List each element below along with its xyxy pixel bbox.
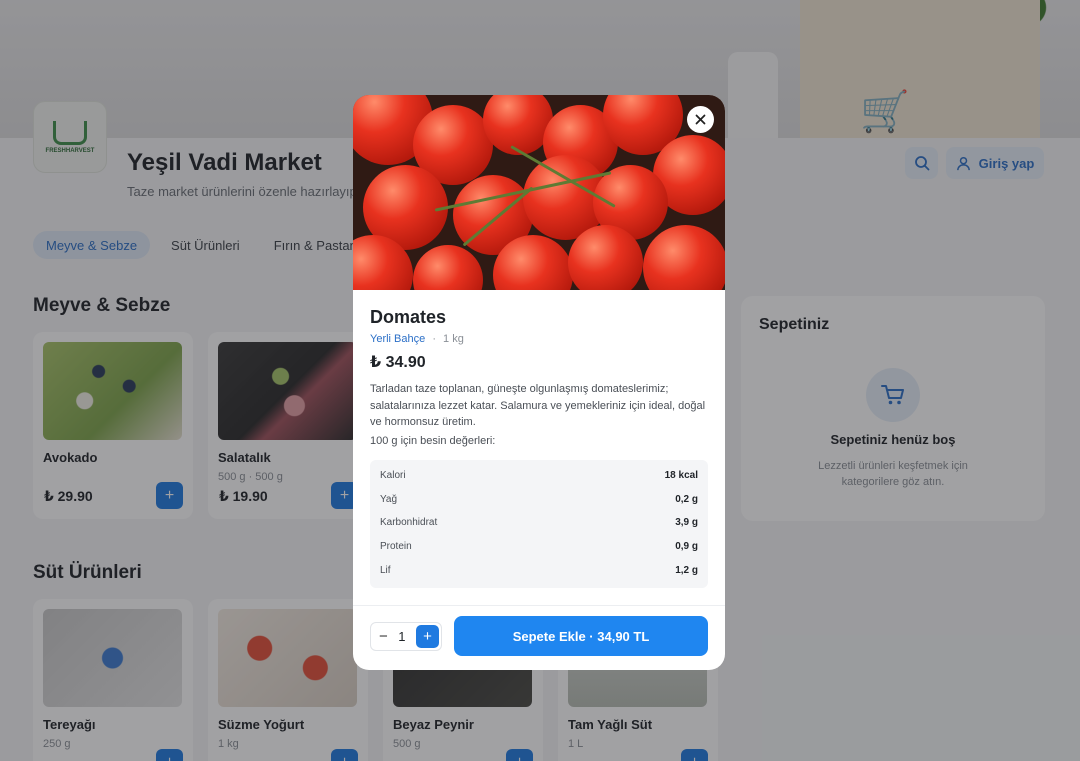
nutrition-value: 18 kcal bbox=[664, 470, 698, 482]
minus-icon[interactable]: − bbox=[379, 628, 388, 645]
close-button[interactable] bbox=[687, 106, 714, 133]
nutrition-row: Yağ 0,2 g bbox=[380, 488, 698, 512]
modal-product-description: Tarladan taze toplanan, güneşte olgunlaş… bbox=[370, 383, 706, 428]
add-to-cart-button[interactable]: Sepete Ekle · 34,90 TL bbox=[454, 616, 708, 656]
nutrition-row: Kalori 18 kcal bbox=[380, 464, 698, 488]
nutrition-row: Karbonhidrat 3,9 g bbox=[380, 511, 698, 535]
nutrition-value: 0,2 g bbox=[675, 493, 698, 505]
modal-product-name: Domates bbox=[370, 307, 447, 327]
nutrition-label: Yağ bbox=[380, 493, 398, 505]
meta-separator: · bbox=[432, 333, 436, 345]
modal-product-brand[interactable]: Yerli Bahçe bbox=[370, 333, 425, 345]
quantity-stepper: − 1 + bbox=[370, 622, 442, 651]
nutrition-label: Protein bbox=[380, 541, 412, 553]
quantity-value: 1 bbox=[398, 629, 406, 644]
nutrition-title: 100 g için besin değerleri: bbox=[370, 435, 496, 447]
nutrition-table: Kalori 18 kcal Yağ 0,2 g Karbonhidrat 3,9 g… bbox=[370, 460, 708, 588]
modal-product-unit: 1 kg bbox=[443, 333, 464, 345]
nutrition-row: Lif 1,2 g bbox=[380, 558, 698, 582]
nutrition-label: Kalori bbox=[380, 470, 406, 482]
modal-product-price: ₺ 34.90 bbox=[370, 354, 426, 371]
nutrition-row: Protein 0,9 g bbox=[380, 535, 698, 559]
nutrition-value: 0,9 g bbox=[675, 541, 698, 553]
plus-icon[interactable]: + bbox=[416, 625, 439, 648]
product-image bbox=[353, 95, 725, 290]
store-page: 🛒 FRESHHARVEST Yeşil Vadi Market Taze ma… bbox=[0, 0, 1080, 761]
product-detail-modal: Domates Yerli Bahçe · 1 kg ₺ 34.90 Tarla… bbox=[353, 95, 725, 670]
close-icon bbox=[695, 114, 706, 125]
nutrition-label: Karbonhidrat bbox=[380, 517, 438, 529]
nutrition-label: Lif bbox=[380, 564, 391, 576]
modal-product-meta: Yerli Bahçe · 1 kg bbox=[370, 333, 464, 345]
modal-divider bbox=[353, 605, 725, 606]
nutrition-value: 1,2 g bbox=[675, 564, 698, 576]
nutrition-value: 3,9 g bbox=[675, 517, 698, 529]
